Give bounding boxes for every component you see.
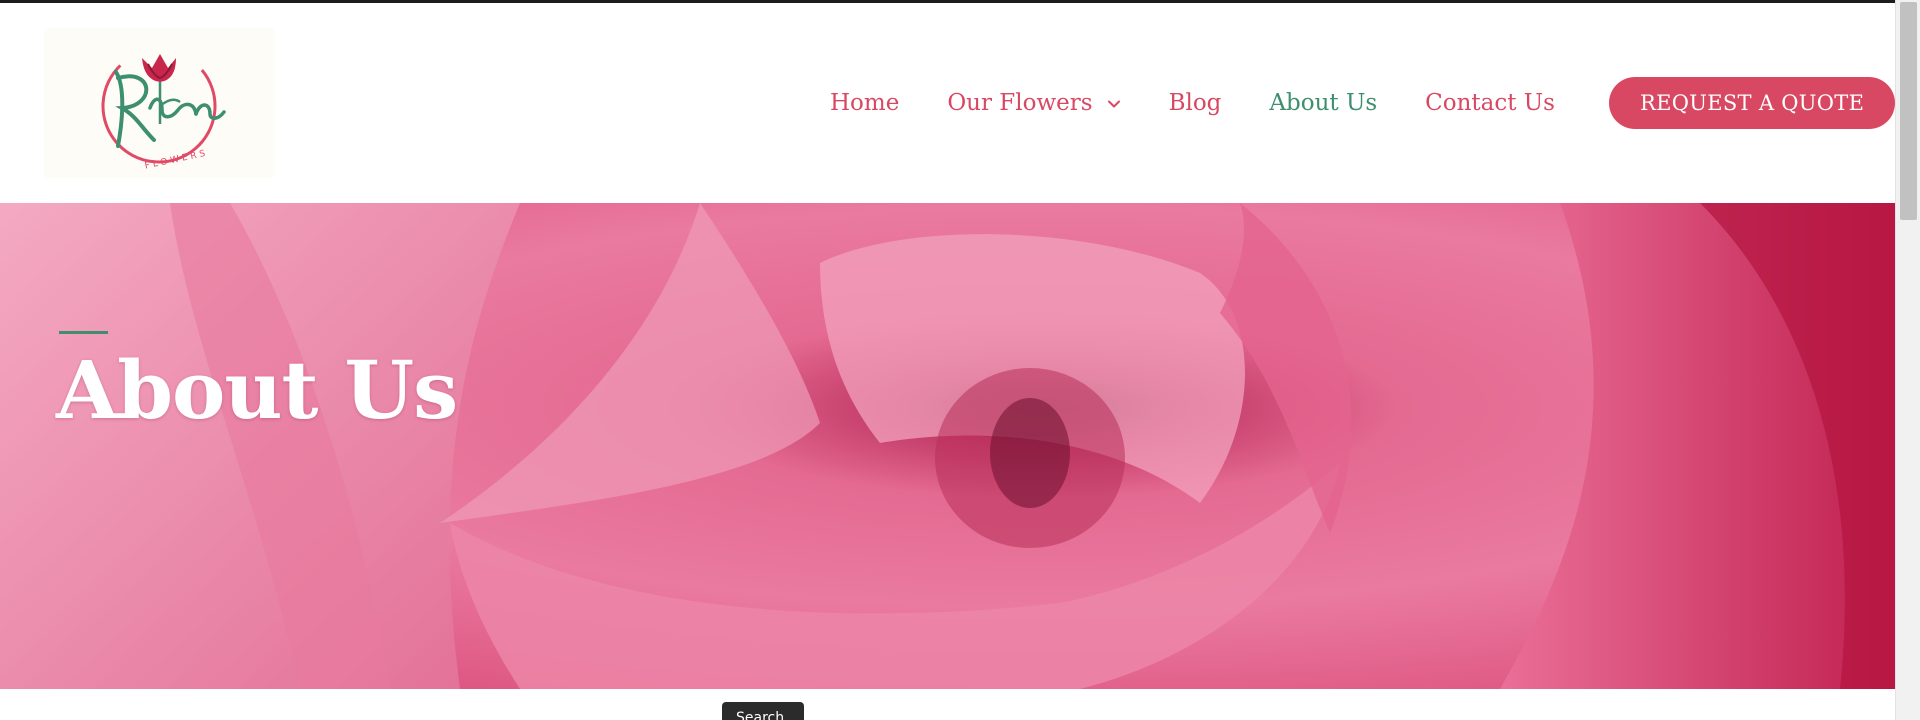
nav-about-us[interactable]: About Us (1269, 90, 1377, 116)
nav-home-label: Home (830, 90, 900, 116)
scrollbar-thumb[interactable] (1900, 2, 1917, 220)
nav-blog[interactable]: Blog (1169, 90, 1222, 116)
request-quote-button[interactable]: REQUEST A QUOTE (1608, 77, 1896, 129)
page-title: About Us (56, 343, 458, 437)
nav-our-flowers-label: Our Flowers (947, 90, 1093, 116)
content-area (0, 689, 1895, 720)
hero-banner: About Us (0, 203, 1895, 689)
rose-photo (0, 203, 1895, 689)
nav-contact-us[interactable]: Contact Us (1425, 90, 1555, 116)
main-nav: Home Our Flowers Blog About Us Contact U… (830, 3, 1896, 203)
nav-blog-label: Blog (1168, 90, 1222, 116)
scrollbar[interactable] (1895, 0, 1920, 720)
nav-contact-us-label: Contact Us (1425, 90, 1555, 116)
nav-our-flowers[interactable]: Our Flowers (947, 90, 1120, 116)
rose-logo-icon: FLOWERS (101, 48, 226, 172)
hero-accent-line (59, 331, 108, 334)
search-tooltip: Search (722, 702, 804, 720)
chevron-down-icon (1107, 100, 1120, 108)
site-header: FLOWERS Home Our Flowers Blog About Us C… (0, 3, 1896, 203)
page: FLOWERS Home Our Flowers Blog About Us C… (0, 0, 1920, 720)
nav-home[interactable]: Home (830, 90, 899, 116)
nav-about-us-label: About Us (1269, 90, 1378, 116)
svg-text:FLOWERS: FLOWERS (144, 148, 209, 171)
site-logo[interactable]: FLOWERS (44, 28, 274, 178)
